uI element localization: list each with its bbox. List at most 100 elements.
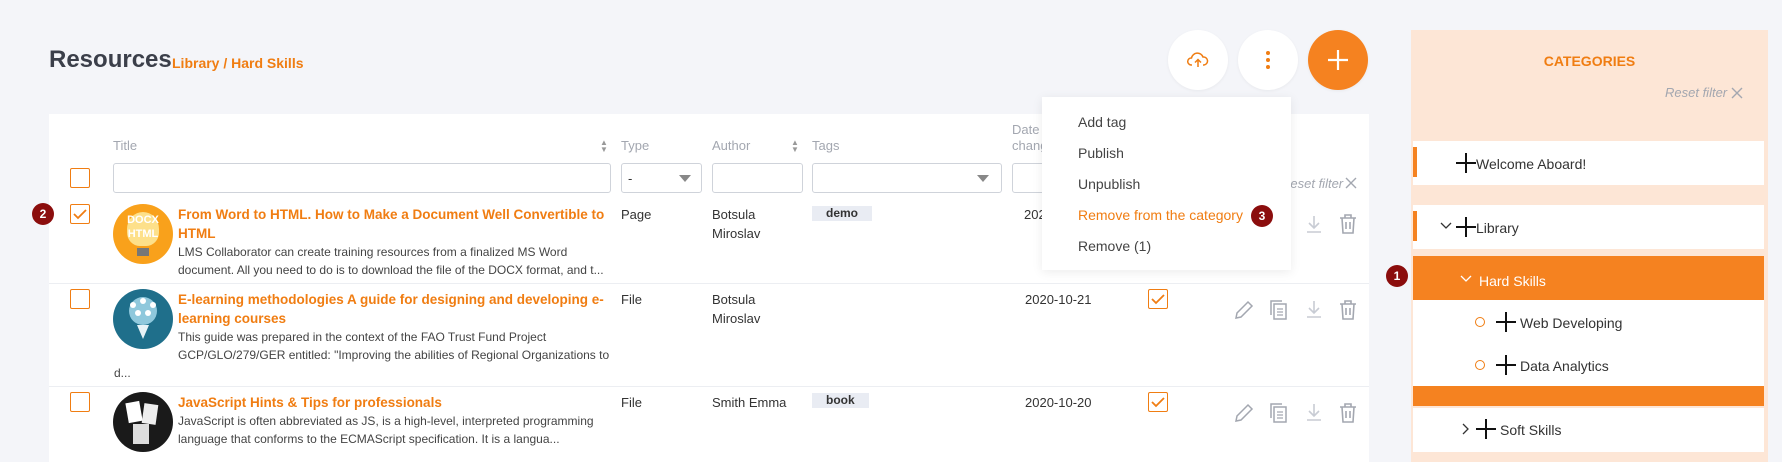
resource-title-line: HTML — [178, 226, 216, 241]
close-icon[interactable] — [1731, 87, 1743, 99]
category-label: Library — [1476, 220, 1519, 236]
breadcrumb[interactable]: Library / Hard Skills — [172, 55, 304, 71]
circle-icon — [1475, 360, 1485, 370]
menu-item-remove[interactable]: Remove (1) — [1078, 238, 1151, 254]
resource-author: Botsula Miroslav — [712, 205, 760, 243]
category-label: Data Analytics — [1520, 358, 1609, 374]
categories-reset-filter[interactable]: Reset filter — [1665, 85, 1727, 100]
tag-badge[interactable]: book — [812, 393, 869, 408]
download-icon[interactable] — [1302, 213, 1326, 237]
check-icon — [73, 208, 87, 219]
edit-pencil-icon[interactable] — [1232, 401, 1256, 425]
chevron-down-icon — [977, 175, 989, 182]
page-title: Resources — [49, 46, 172, 73]
add-resource-button[interactable] — [1308, 30, 1368, 90]
column-header-tags[interactable]: Tags — [812, 138, 839, 153]
description-line: d... — [114, 366, 131, 380]
close-icon[interactable] — [1345, 177, 1357, 189]
upload-button[interactable] — [1168, 30, 1228, 90]
categories-title: CATEGORIES — [1543, 53, 1636, 69]
menu-item-remove-from-category[interactable]: Remove from the category — [1078, 207, 1243, 223]
step-badge: 2 — [32, 203, 54, 225]
resource-author: Botsula Miroslav — [712, 290, 760, 328]
download-icon[interactable] — [1302, 401, 1326, 425]
description-line: GCP/GLO/279/GER entitled: "Improving the… — [178, 348, 610, 362]
row-checkbox[interactable] — [70, 204, 90, 224]
type-filter-select[interactable]: - — [621, 163, 702, 193]
trash-icon[interactable] — [1336, 212, 1360, 236]
chevron-down-icon[interactable] — [1460, 275, 1472, 283]
select-all-checkbox[interactable] — [70, 168, 90, 188]
resource-title[interactable]: From Word to HTML. How to Make a Documen… — [178, 205, 604, 243]
plus-icon[interactable] — [1496, 355, 1516, 375]
published-checkbox[interactable] — [1148, 392, 1168, 412]
resource-title[interactable]: JavaScript Hints & Tips for professional… — [178, 393, 442, 412]
thumb-label-html: HTML — [127, 228, 159, 240]
category-label: Web Developing — [1520, 315, 1623, 331]
resource-title-line: From Word to HTML. How to Make a Documen… — [178, 207, 605, 222]
type-filter-value: - — [628, 171, 633, 186]
circle-icon — [1475, 317, 1485, 327]
resource-type: Page — [621, 207, 652, 222]
category-accent — [1413, 211, 1417, 241]
copy-icon[interactable] — [1267, 298, 1291, 322]
resource-type: File — [621, 395, 642, 410]
download-icon[interactable] — [1302, 298, 1326, 322]
category-label: Hard Skills — [1479, 273, 1546, 289]
description-line: LMS Collaborator can create training res… — [178, 245, 568, 259]
resource-type: File — [621, 292, 642, 307]
title-filter-input[interactable] — [113, 163, 611, 193]
column-header-type[interactable]: Type — [621, 138, 649, 153]
column-header-author[interactable]: Author — [712, 138, 750, 153]
author-line: Miroslav — [712, 311, 761, 326]
author-line: Miroslav — [712, 226, 761, 241]
vertical-dots-icon — [1266, 51, 1270, 69]
plus-icon[interactable] — [1456, 217, 1476, 237]
plus-icon[interactable] — [1476, 419, 1496, 439]
resource-description: This guide was prepared in the context o… — [114, 328, 614, 382]
resource-title-line: learning courses — [178, 311, 287, 326]
plus-icon[interactable] — [1456, 153, 1476, 173]
check-icon — [1151, 396, 1165, 407]
sort-icon[interactable]: ▲ ▼ — [600, 139, 608, 154]
chevron-right-icon[interactable] — [1462, 423, 1470, 435]
row-checkbox[interactable] — [70, 289, 90, 309]
row-divider — [49, 283, 1369, 284]
published-checkbox[interactable] — [1148, 289, 1168, 309]
trash-icon[interactable] — [1336, 298, 1360, 322]
column-header-date[interactable]: Date chang — [1012, 122, 1042, 154]
tag-badge[interactable]: demo — [812, 206, 873, 221]
resource-date: 2020-10-21 — [1025, 292, 1092, 307]
resource-title[interactable]: E-learning methodologies A guide for des… — [178, 290, 604, 328]
plus-icon[interactable] — [1496, 312, 1516, 332]
edit-pencil-icon[interactable] — [1232, 298, 1256, 322]
category-label: Soft Skills — [1500, 422, 1562, 438]
sort-icon[interactable]: ▲ ▼ — [791, 139, 799, 154]
row-divider — [49, 386, 1369, 387]
step-badge: 3 — [1251, 205, 1273, 227]
more-options-menu: Add tag Publish Unpublish Remove from th… — [1042, 97, 1291, 270]
cloud-upload-icon — [1187, 52, 1209, 67]
trash-icon[interactable] — [1336, 401, 1360, 425]
resource-thumbnail[interactable]: DOCX HTML — [113, 204, 173, 264]
menu-item-add-tag[interactable]: Add tag — [1078, 114, 1126, 130]
chevron-down-icon[interactable] — [1440, 222, 1452, 230]
plus-icon — [1328, 50, 1348, 70]
category-accent — [1413, 147, 1417, 177]
row-checkbox[interactable] — [70, 392, 90, 412]
check-icon — [1151, 293, 1165, 304]
resource-title-line: E-learning methodologies A guide for des… — [178, 292, 604, 307]
copy-icon[interactable] — [1267, 401, 1291, 425]
menu-item-publish[interactable]: Publish — [1078, 145, 1124, 161]
author-line: Botsula — [712, 292, 756, 307]
more-options-button[interactable] — [1238, 30, 1298, 90]
column-header-title[interactable]: Title — [113, 138, 137, 153]
resource-thumbnail[interactable] — [113, 392, 173, 452]
tags-filter-select[interactable] — [812, 163, 1002, 193]
category-label: Welcome Aboard! — [1476, 156, 1587, 172]
menu-item-unpublish[interactable]: Unpublish — [1078, 176, 1140, 192]
author-line: Botsula — [712, 207, 756, 222]
step-badge: 1 — [1386, 265, 1408, 287]
category-drop-indicator — [1413, 386, 1764, 406]
author-filter-input[interactable] — [712, 163, 803, 193]
